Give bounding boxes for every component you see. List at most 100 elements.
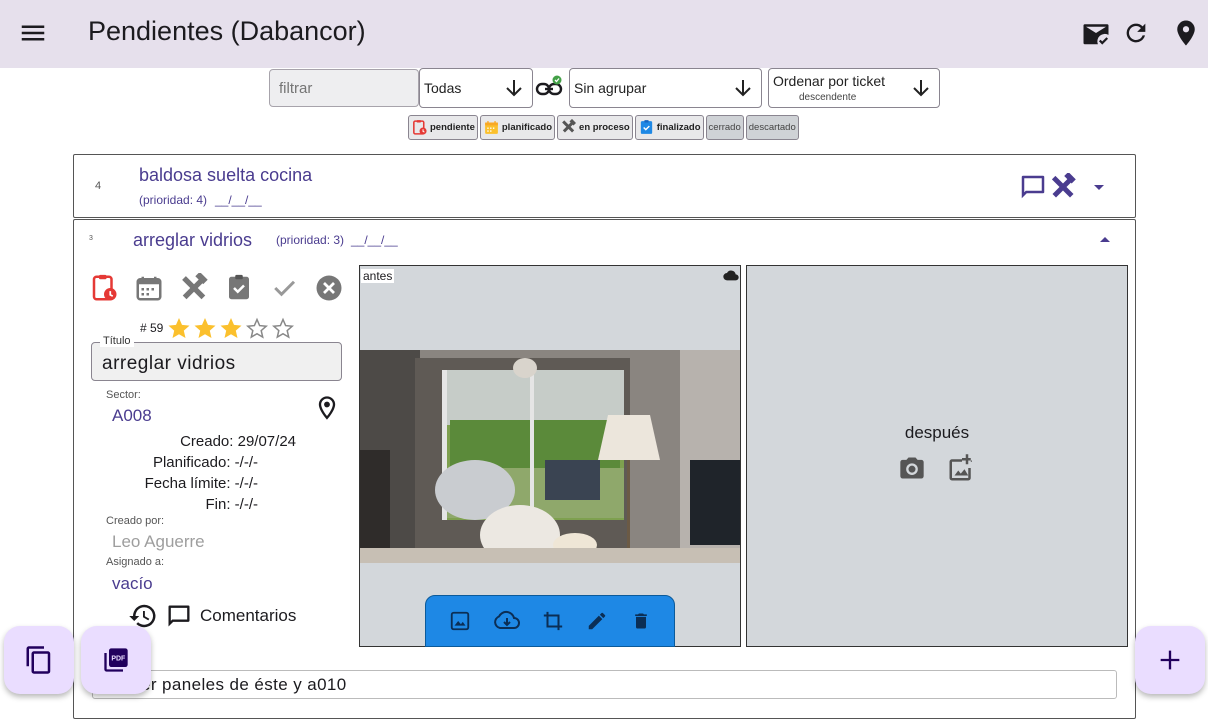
status-select[interactable]: Todas xyxy=(419,68,533,108)
group-select[interactable]: Sin agrupar xyxy=(569,68,762,108)
rating-row: # 59 xyxy=(140,315,295,340)
ticket-title: arreglar vidrios xyxy=(133,230,253,250)
cancel-icon[interactable] xyxy=(314,273,344,303)
chip-label: finalizado xyxy=(656,122,701,133)
ticket-id: # 59 xyxy=(140,320,164,335)
title-input[interactable] xyxy=(92,343,341,380)
arrow-down-icon xyxy=(909,76,933,100)
end-date: Fin: -/-/- xyxy=(205,496,259,513)
crop-icon[interactable] xyxy=(542,610,564,632)
ticket-number: 3 xyxy=(89,235,93,242)
calendar-icon[interactable] xyxy=(134,273,164,303)
arrow-down-icon xyxy=(731,76,755,100)
created-by-label: Creado por: xyxy=(106,515,165,527)
ticket-number: 4 xyxy=(95,180,102,192)
star-filled-icon[interactable] xyxy=(192,315,217,340)
add-icon xyxy=(1156,646,1184,674)
after-label: después xyxy=(904,423,970,442)
chip-en-proceso[interactable]: en proceso xyxy=(557,115,633,140)
collapse-icon[interactable] xyxy=(1093,228,1117,252)
tools-icon xyxy=(560,119,577,136)
copy-icon xyxy=(24,645,54,675)
chip-descartado[interactable]: descartado xyxy=(745,115,799,140)
chip-label: planificado xyxy=(501,122,553,133)
comments-label: Comentarios xyxy=(200,606,297,625)
clipboard-clock-icon xyxy=(411,119,428,136)
ticket-date: __/__/__ xyxy=(215,193,262,207)
status-chips: pendiente planificado en proceso finaliz… xyxy=(408,115,799,140)
ticket-priority: (prioridad: 4) xyxy=(139,193,208,207)
before-photo[interactable] xyxy=(360,350,740,563)
cloud-icon xyxy=(723,269,739,281)
check-icon[interactable] xyxy=(269,273,299,303)
comments-button[interactable]: Comentarios xyxy=(165,602,296,630)
group-select-value: Sin agrupar xyxy=(574,80,647,96)
order-select[interactable]: Ordenar por ticket descendente xyxy=(768,68,940,108)
menu-icon[interactable] xyxy=(17,17,49,49)
comment-icon[interactable] xyxy=(1018,172,1048,202)
pdf-icon: PDF xyxy=(102,646,130,674)
location-pin-icon[interactable] xyxy=(313,394,341,422)
filter-input[interactable] xyxy=(270,70,418,106)
page-title: Pendientes (Dabancor) xyxy=(88,16,366,46)
chip-finalizado[interactable]: finalizado xyxy=(634,115,704,140)
chip-label: cerrado xyxy=(708,122,741,133)
svg-text:PDF: PDF xyxy=(111,656,126,663)
chip-cerrado[interactable]: cerrado xyxy=(705,115,744,140)
filter-field[interactable] xyxy=(269,69,419,107)
tools-icon[interactable] xyxy=(179,273,209,303)
clipboard-clock-icon[interactable] xyxy=(89,273,119,303)
refresh-icon[interactable] xyxy=(1120,17,1152,49)
description-input[interactable] xyxy=(93,671,1116,698)
dates-block: Creado: 29/07/24 Planificado: -/-/- Fech… xyxy=(94,431,296,515)
location-pin-icon[interactable] xyxy=(1170,17,1202,49)
add-fab[interactable] xyxy=(1135,626,1205,694)
cloud-download-icon[interactable] xyxy=(493,610,520,632)
star-outline-icon[interactable] xyxy=(244,315,269,340)
created-date: Creado: 29/07/24 xyxy=(180,433,296,450)
image-toolbar xyxy=(425,595,675,647)
due-date: Fecha límite: -/-/- xyxy=(144,475,258,492)
pdf-fab[interactable]: PDF xyxy=(81,626,151,694)
ticket-card[interactable]: 4 baldosa suelta cocina (prioridad: 4) _… xyxy=(73,154,1136,218)
image-icon[interactable] xyxy=(449,610,471,632)
assigned-value[interactable]: vacío xyxy=(112,574,153,594)
copy-fab[interactable] xyxy=(4,626,74,694)
star-filled-icon[interactable] xyxy=(166,315,191,340)
assigned-label: Asignado a: xyxy=(106,556,165,568)
chip-label: en proceso xyxy=(579,122,630,133)
add-photo-icon[interactable] xyxy=(947,453,977,483)
delete-icon[interactable] xyxy=(631,610,651,632)
star-filled-icon[interactable] xyxy=(218,315,243,340)
mark-email-read-icon[interactable] xyxy=(1080,17,1112,49)
ticket-date: __/__/__ xyxy=(351,233,398,247)
status-select-value: Todas xyxy=(424,80,462,96)
order-select-value: Ordenar por ticket xyxy=(773,73,886,89)
after-photo-panel: después xyxy=(746,265,1128,647)
title-field[interactable]: Título xyxy=(91,335,342,381)
chip-label: pendiente xyxy=(430,122,475,133)
chip-pendiente[interactable]: pendiente xyxy=(408,115,478,140)
ticket-title: baldosa suelta cocina xyxy=(139,165,313,185)
app-bar: Pendientes (Dabancor) xyxy=(0,0,1208,68)
order-direction: descendente xyxy=(799,92,857,103)
arrow-down-icon xyxy=(502,76,526,100)
ticket-priority: (prioridad: 3) xyxy=(276,233,345,247)
ticket-card-expanded: 3 arreglar vidrios (prioridad: 3) __/__/… xyxy=(73,219,1136,719)
created-by-value: Leo Aguerre xyxy=(112,532,205,551)
clipboard-check-icon[interactable] xyxy=(224,273,254,303)
title-field-label: Título xyxy=(100,335,134,347)
sector-label: Sector: xyxy=(106,389,141,401)
sector-value[interactable]: A008 xyxy=(112,406,152,426)
expand-icon[interactable] xyxy=(1087,175,1111,199)
link-check-icon[interactable] xyxy=(534,75,564,103)
before-label: antes xyxy=(361,269,395,283)
edit-icon[interactable] xyxy=(586,610,608,632)
star-outline-icon[interactable] xyxy=(270,315,295,340)
chip-planificado[interactable]: planificado xyxy=(479,115,556,140)
camera-icon[interactable] xyxy=(898,454,926,482)
description-field[interactable] xyxy=(92,670,1117,699)
calendar-icon xyxy=(483,119,500,136)
before-photo-panel: antes xyxy=(359,265,741,647)
clipboard-check-icon xyxy=(638,119,655,136)
